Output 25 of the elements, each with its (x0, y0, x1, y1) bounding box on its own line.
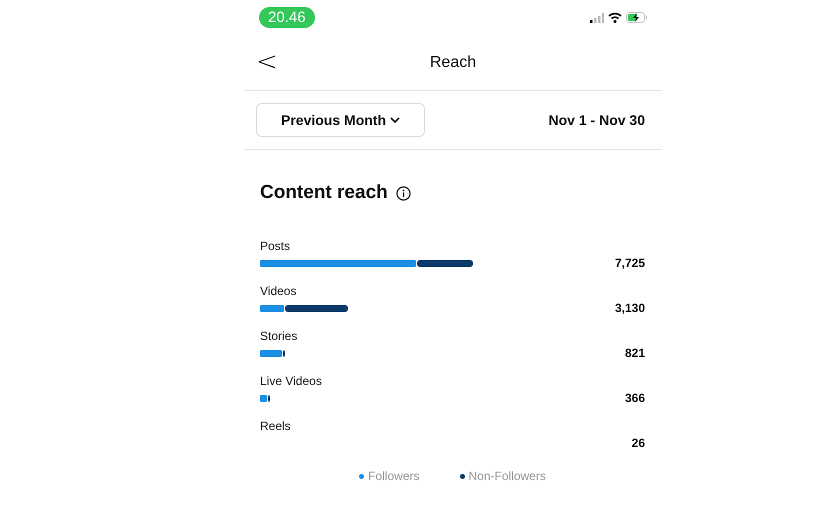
wifi-icon (608, 12, 622, 23)
screen-title: Reach (430, 54, 476, 72)
info-icon[interactable] (396, 186, 411, 200)
stacked-bar-drawing (260, 395, 270, 402)
content-type-label: Reels (260, 419, 292, 433)
content-type-label: Videos (260, 284, 298, 298)
content-type-label: Live Videos (260, 374, 323, 388)
reach-count: 821 (624, 346, 645, 360)
legend-label: Followers (368, 469, 420, 483)
reach-count: 26 (632, 436, 645, 450)
content-type-label: Posts (260, 239, 292, 253)
legend-label: Non-Followers (468, 469, 546, 483)
stacked-bar-drawing (260, 350, 285, 357)
section-title: Content reach (260, 182, 388, 204)
battery-charging-icon (626, 12, 648, 23)
date-range: Nov 1 - Nov 30 (548, 112, 645, 128)
reach-count: 7,725 (614, 256, 645, 270)
status-time: 20.46 (259, 7, 315, 28)
period-dropdown[interactable]: Previous Month (256, 103, 426, 137)
content-type-label: Stories (260, 329, 298, 343)
reach-count: 366 (624, 391, 645, 405)
back-button[interactable]: < (256, 47, 278, 77)
chevron-down-icon (390, 117, 400, 123)
signal-icon (590, 12, 604, 22)
reach-count: 3,130 (614, 301, 645, 315)
